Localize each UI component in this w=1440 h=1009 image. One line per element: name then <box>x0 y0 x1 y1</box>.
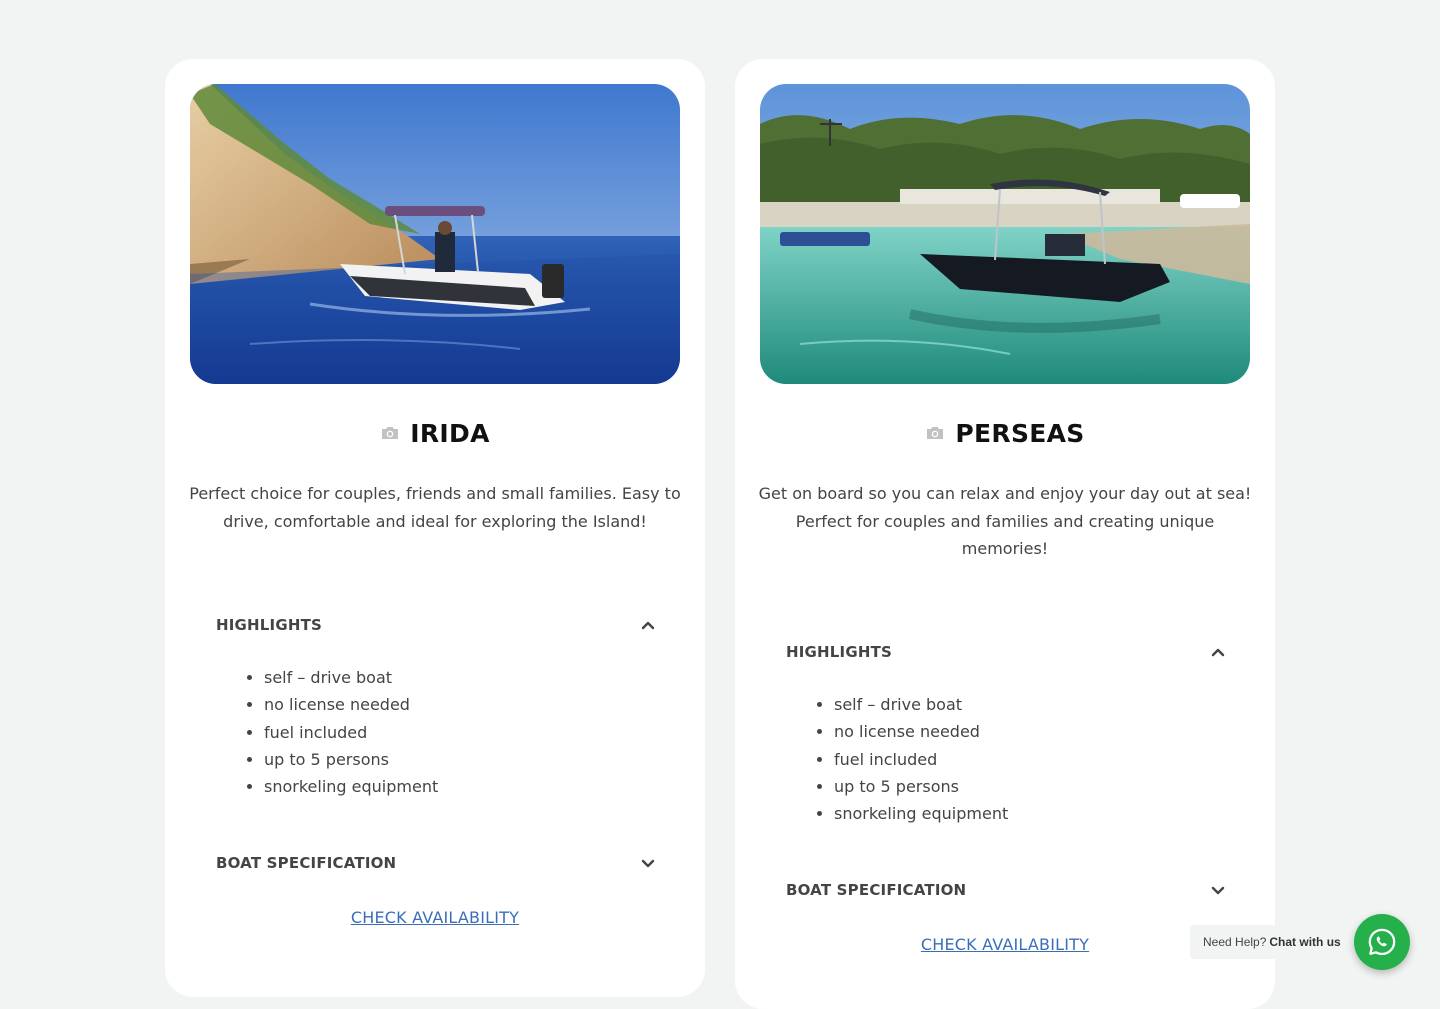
list-item: up to 5 persons <box>834 773 1008 800</box>
list-item: snorkeling equipment <box>834 800 1008 827</box>
list-item: fuel included <box>264 719 438 746</box>
highlights-list: self – drive boat no license needed fuel… <box>786 691 1008 827</box>
highlights-accordion-toggle[interactable]: HIGHLIGHTS <box>786 638 1226 666</box>
camera-icon <box>382 427 399 439</box>
help-prefix: Need Help? <box>1203 935 1267 949</box>
highlights-accordion-toggle[interactable]: HIGHLIGHTS <box>216 611 656 639</box>
chevron-up-icon <box>641 621 655 630</box>
list-item: self – drive boat <box>834 691 1008 718</box>
boat-cards: IRIDA Perfect choice for couples, friend… <box>165 59 1275 1009</box>
list-item: no license needed <box>834 718 1008 745</box>
highlights-list: self – drive boat no license needed fuel… <box>216 664 438 800</box>
previous-section-cutoff <box>0 0 1440 20</box>
chevron-down-icon <box>641 859 655 868</box>
list-item: self – drive boat <box>264 664 438 691</box>
list-item: fuel included <box>834 746 1008 773</box>
boat-description: Get on board so you can relax and enjoy … <box>758 484 1252 558</box>
boat-image <box>190 84 680 384</box>
boat-specification-title: BOAT SPECIFICATION <box>216 854 397 872</box>
list-item: no license needed <box>264 691 438 718</box>
chevron-up-icon <box>1211 648 1225 657</box>
boat-name: IRIDA <box>410 418 490 448</box>
boat-title-row: PERSEAS <box>735 415 1275 451</box>
boat-title-row: IRIDA <box>165 415 705 451</box>
boat-photo-irida[interactable] <box>190 84 680 384</box>
boat-card-perseas: PERSEAS Get on board so you can relax an… <box>735 59 1275 1009</box>
highlights-title: HIGHLIGHTS <box>786 643 893 661</box>
list-item: up to 5 persons <box>264 746 438 773</box>
boat-specification-accordion-toggle[interactable]: BOAT SPECIFICATION <box>216 849 656 877</box>
whatsapp-chat-button[interactable] <box>1354 914 1410 970</box>
chat-action-text: Chat with us <box>1269 935 1341 949</box>
boat-description: Perfect choice for couples, friends and … <box>189 484 681 531</box>
boat-photo-perseas[interactable] <box>760 84 1250 384</box>
whatsapp-icon <box>1368 928 1396 956</box>
chevron-down-icon <box>1211 886 1225 895</box>
boat-specification-accordion-toggle[interactable]: BOAT SPECIFICATION <box>786 876 1226 904</box>
camera-icon <box>927 427 944 439</box>
list-item: snorkeling equipment <box>264 773 438 800</box>
check-availability-link[interactable]: CHECK AVAILABILITY <box>165 908 705 927</box>
boat-card-irida: IRIDA Perfect choice for couples, friend… <box>165 59 705 997</box>
highlights-title: HIGHLIGHTS <box>216 616 323 634</box>
boat-image <box>760 84 1250 384</box>
boat-specification-title: BOAT SPECIFICATION <box>786 881 967 899</box>
boat-name: PERSEAS <box>955 418 1085 448</box>
whatsapp-help-label[interactable]: Need Help? Chat with us <box>1190 925 1342 959</box>
